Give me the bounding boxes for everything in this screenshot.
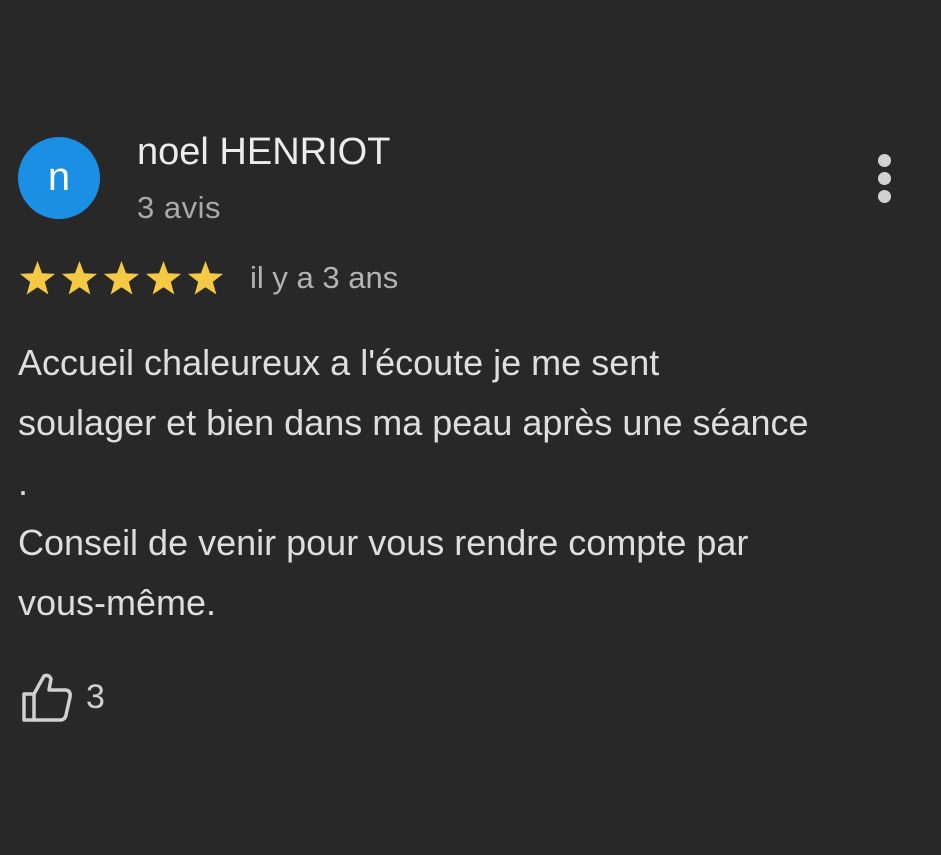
star-icon bbox=[18, 259, 57, 298]
star-icon bbox=[103, 260, 140, 294]
like-count: 3 bbox=[86, 677, 105, 716]
review-date: il y a 3 ans bbox=[250, 260, 399, 295]
like-row: 3 bbox=[20, 670, 105, 724]
star-icon bbox=[60, 259, 99, 298]
avatar[interactable]: n bbox=[18, 137, 100, 219]
more-vertical-icon-dot-2 bbox=[878, 172, 891, 185]
star-icon bbox=[187, 260, 224, 294]
author-review-count[interactable]: 3 avis bbox=[137, 190, 221, 226]
more-options-button[interactable] bbox=[866, 152, 904, 206]
star-icon bbox=[19, 260, 56, 294]
more-vertical-icon-dot-1 bbox=[878, 154, 891, 167]
star-icon bbox=[145, 260, 182, 294]
review-text: Accueil chaleureux a l'écoute je me sent… bbox=[18, 342, 809, 623]
more-vertical-icon-dot-3 bbox=[878, 190, 891, 203]
star-rating bbox=[18, 259, 225, 298]
author-name[interactable]: noel HENRIOT bbox=[137, 131, 390, 174]
star-icon bbox=[186, 259, 225, 298]
star-icon bbox=[102, 259, 141, 298]
thumbs-up-icon[interactable] bbox=[20, 670, 74, 724]
avatar-initial: n bbox=[47, 155, 71, 199]
rating-row: il y a 3 ans bbox=[18, 256, 398, 300]
review-card: n noel HENRIOT 3 avis il y a 3 ans Accue… bbox=[0, 0, 941, 855]
star-icon bbox=[144, 259, 183, 298]
star-icon bbox=[61, 260, 98, 294]
